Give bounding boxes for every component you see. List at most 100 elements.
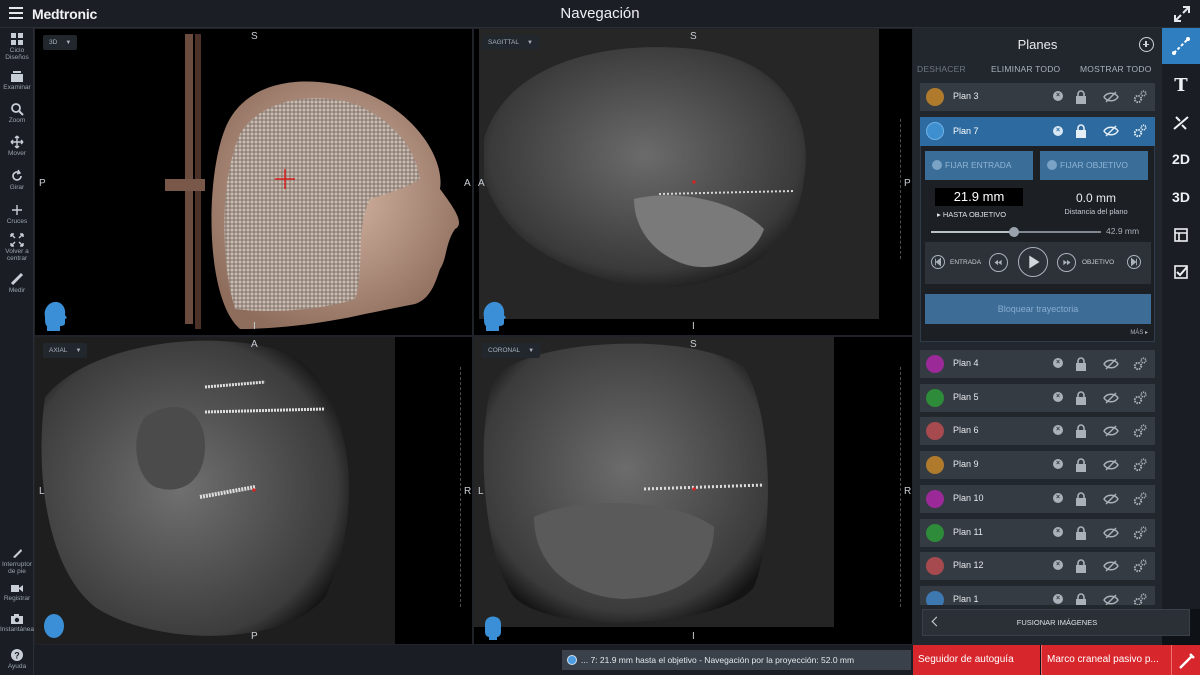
delete-plan-icon[interactable]: × [1053, 459, 1063, 470]
settings-gear-icon[interactable] [1132, 558, 1148, 574]
tool-label: Cruces [6, 218, 28, 225]
tool-trajectory[interactable] [1162, 28, 1200, 64]
tool-label: Instantánea [0, 626, 34, 633]
delete-plan-icon[interactable]: × [1053, 425, 1063, 436]
tool-measure[interactable]: Medir [0, 272, 34, 294]
lock-icon[interactable] [1073, 356, 1089, 372]
viewport-type-label: CORONAL [488, 347, 521, 354]
tool-crosshair[interactable]: Cruces [0, 203, 34, 225]
tool-checklist[interactable] [1162, 254, 1200, 290]
delete-plan-icon[interactable]: × [1053, 492, 1063, 503]
tool-move[interactable]: Mover [0, 135, 34, 157]
tool-label: Volver a centrar [5, 248, 29, 262]
axial-mri-image [35, 337, 395, 644]
tool-browse[interactable]: Examinar [0, 70, 34, 91]
visibility-icon[interactable] [1103, 592, 1119, 605]
tool-zoom[interactable]: Zoom [0, 102, 34, 124]
plan-row[interactable]: Plan 9 × [920, 451, 1155, 480]
browse-icon [11, 71, 23, 82]
delete-plan-icon[interactable]: × [1053, 560, 1063, 571]
tool-layouts[interactable]: Ciclo Diseños [0, 32, 34, 61]
tool-label: Ciclo Diseños [5, 47, 29, 61]
svg-text:?: ? [14, 651, 20, 661]
viewport-type-dropdown[interactable]: 3D ▼ [43, 35, 78, 50]
lock-icon[interactable] [1073, 525, 1089, 541]
lock-icon[interactable] [1073, 423, 1089, 439]
tool-2d[interactable]: 2D [1162, 141, 1200, 177]
viewport-type-dropdown[interactable]: AXIAL ▼ [43, 343, 88, 358]
settings-gear-icon[interactable] [1132, 592, 1148, 605]
tool-snapshot[interactable]: Instantánea [0, 613, 34, 633]
plan-row[interactable]: Plan 11 × [920, 518, 1155, 547]
visibility-icon[interactable] [1103, 457, 1119, 473]
tool-recenter[interactable]: Volver a centrar [0, 233, 34, 262]
viewport-axial[interactable]: AXIAL ▼ A P L R [34, 336, 473, 645]
settings-gear-icon[interactable] [1132, 457, 1148, 473]
viewport-type-dropdown[interactable]: SAGITTAL ▼ [482, 35, 539, 50]
tool-layout[interactable] [1162, 217, 1200, 253]
orientation-left: P [39, 178, 46, 189]
plan-row[interactable]: Plan 5 × [920, 383, 1155, 412]
settings-gear-icon[interactable] [1132, 491, 1148, 507]
settings-gear-icon[interactable] [1132, 390, 1148, 406]
lock-icon[interactable] [1073, 558, 1089, 574]
plan-name: Plan 12 [953, 560, 984, 571]
plan-row[interactable]: Plan 1 × [920, 585, 1155, 605]
plan-color-dot [926, 557, 944, 576]
visibility-icon[interactable] [1103, 558, 1119, 574]
tool-label: Medir [8, 287, 26, 294]
visibility-icon[interactable] [1103, 356, 1119, 372]
alert-passive-cranial-frame[interactable]: Marco craneal pasivo p... [1041, 645, 1171, 675]
viewport-sagittal[interactable]: SAGITTAL ▼ S I A P [473, 28, 913, 336]
scale-ruler [460, 367, 461, 607]
settings-gear-icon[interactable] [1132, 356, 1148, 372]
viewport-type-label: 3D [49, 39, 58, 46]
tool-footswitch[interactable]: Interruptor de pie [0, 546, 34, 575]
lock-icon[interactable] [1073, 390, 1089, 406]
orientation-head-icon[interactable] [480, 299, 506, 331]
tool-instrument[interactable] [1162, 105, 1200, 141]
delete-plan-icon[interactable]: × [1053, 358, 1063, 368]
tool-rotate[interactable]: Girar [0, 169, 34, 191]
help-icon: ? [11, 649, 23, 661]
orientation-bottom: I [692, 631, 695, 642]
visibility-icon[interactable] [1103, 491, 1119, 507]
tool-text[interactable]: T [1162, 68, 1200, 104]
hamburger-menu-icon[interactable] [9, 7, 23, 21]
tool-3d[interactable]: 3D [1162, 179, 1200, 215]
tool-record[interactable]: Registrar [0, 583, 34, 602]
probe-tool-button[interactable] [1171, 645, 1200, 675]
plan-row[interactable]: Plan 12 × [920, 552, 1155, 581]
orientation-right: R [904, 486, 912, 497]
delete-plan-icon[interactable]: × [1053, 593, 1063, 604]
orientation-top: S [251, 31, 258, 42]
orientation-head-icon[interactable] [41, 299, 67, 331]
settings-gear-icon[interactable] [1132, 525, 1148, 541]
viewport-type-dropdown[interactable]: CORONAL ▼ [482, 343, 541, 358]
alert-autoguide-tracker[interactable]: Seguidor de autoguía [913, 645, 1040, 675]
visibility-icon[interactable] [1103, 390, 1119, 406]
orientation-head-icon[interactable] [480, 608, 506, 640]
viewport-3d[interactable]: 3D ▼ S I P A [34, 28, 473, 336]
viewport-coronal[interactable]: CORONAL ▼ S I L R [473, 336, 913, 645]
merge-images-button[interactable]: FUSIONAR IMÁGENES [922, 609, 1190, 636]
plan-row[interactable]: Plan 10 × [920, 484, 1155, 513]
plan-color-dot [926, 355, 944, 373]
settings-gear-icon[interactable] [1132, 423, 1148, 439]
fullscreen-icon[interactable] [1172, 4, 1192, 24]
delete-plan-icon[interactable]: × [1053, 526, 1063, 537]
plan-row[interactable]: Plan 6 × [920, 417, 1155, 446]
orientation-right: P [904, 178, 911, 189]
left-toolbar: Ciclo Diseños Examinar Zoom Mover Girar … [0, 28, 34, 675]
visibility-icon[interactable] [1103, 525, 1119, 541]
lock-icon[interactable] [1073, 491, 1089, 507]
plan-row[interactable]: Plan 4 × [920, 350, 1155, 378]
navigation-status[interactable]: ... 7: 21.9 mm hasta el objetivo - Naveg… [562, 650, 911, 670]
tool-icon [1173, 116, 1189, 130]
lock-icon[interactable] [1073, 592, 1089, 605]
tool-help[interactable]: ? Ayuda [0, 648, 34, 670]
visibility-icon[interactable] [1103, 423, 1119, 439]
delete-plan-icon[interactable]: × [1053, 391, 1063, 402]
lock-icon[interactable] [1073, 457, 1089, 473]
orientation-head-icon[interactable] [41, 608, 67, 640]
